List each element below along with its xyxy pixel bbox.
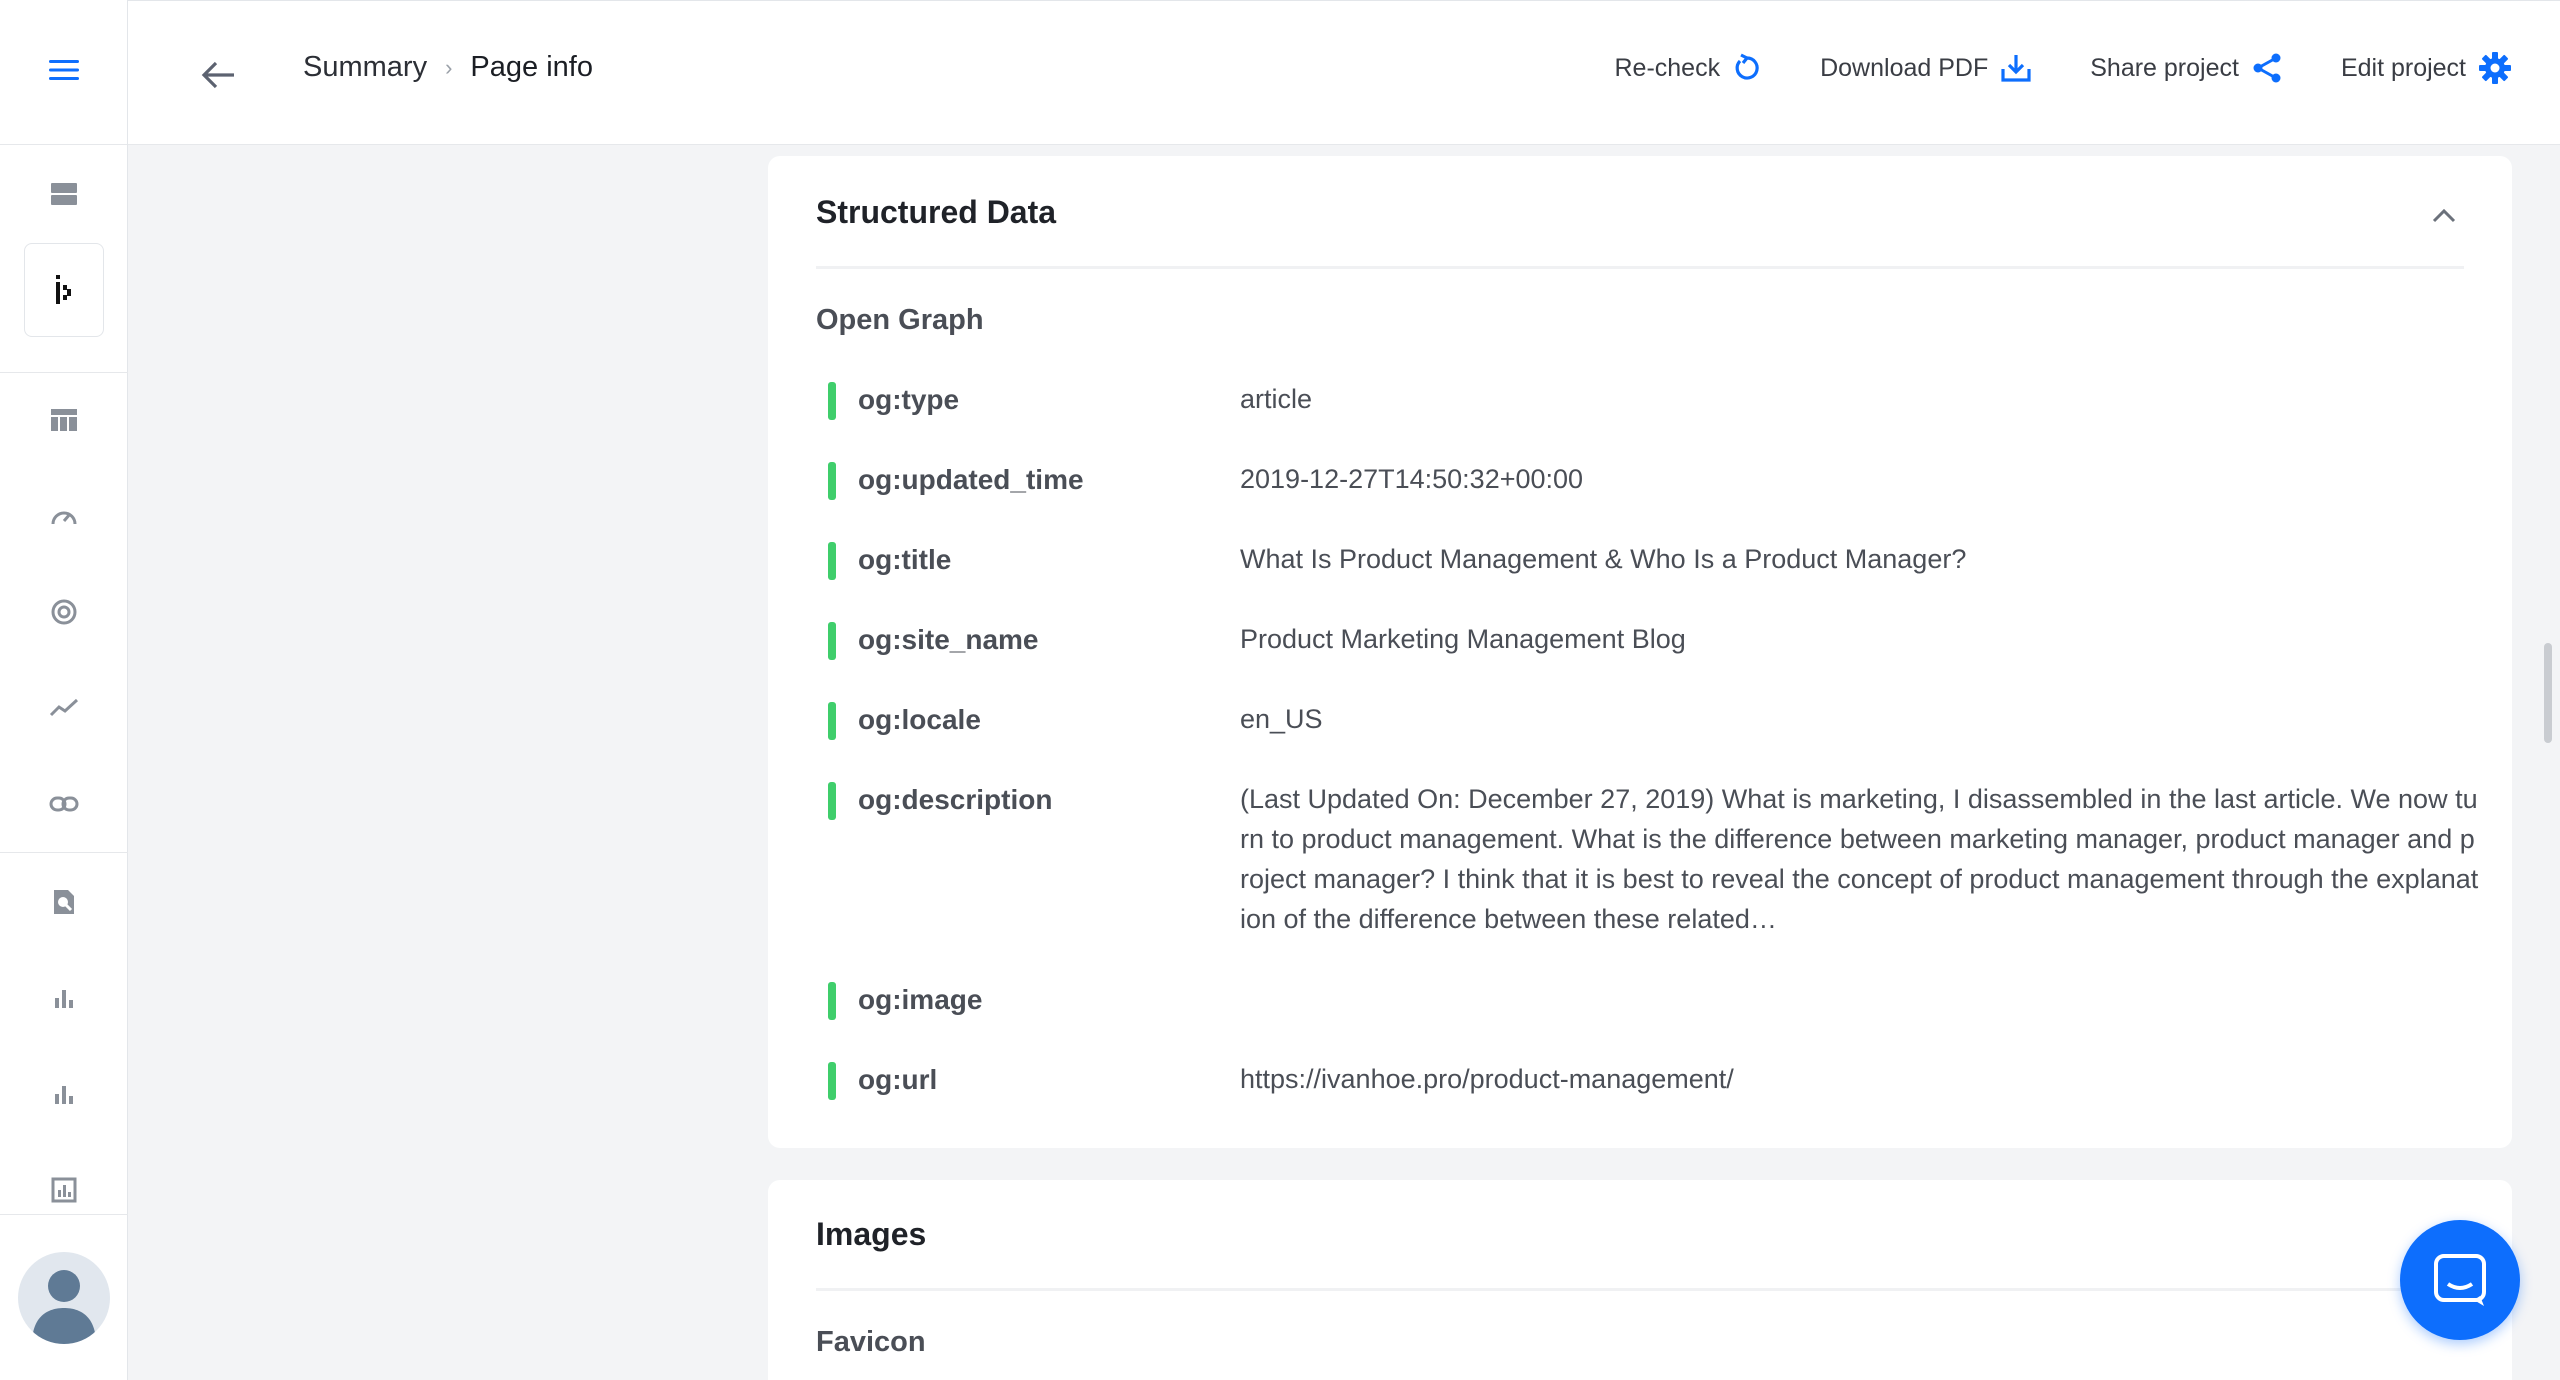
server-icon [51,183,77,205]
og-key: og:description [858,784,1053,815]
hamburger-icon[interactable] [48,58,79,87]
sidebar-divider [0,1214,128,1215]
og-value: Product Marketing Management Blog [1240,624,1686,654]
og-value: https://ivanhoe.pro/product-management/ [1240,1064,1734,1094]
sidebar-item-tracking[interactable] [0,582,128,642]
sidebar-item-rankings[interactable] [0,678,128,738]
recheck-label: Re-check [1614,53,1721,82]
chat-button[interactable] [2400,1220,2520,1340]
og-value: article [1240,384,1313,414]
chat-icon [2434,1254,2486,1306]
recheck-button[interactable]: Re-check [1615,53,1763,83]
header-actions: Re-check Download PDF Share project Edit… [1557,51,2513,85]
og-value: What Is Product Management & Who Is a Pr… [1240,544,1967,574]
og-key: og:title [858,544,952,575]
sidebar [0,0,128,1380]
sidebar-item-links[interactable] [0,774,128,834]
images-card: Images Favicon [768,1180,2512,1380]
sidebar-item-overview[interactable] [0,390,128,450]
share-project-button[interactable]: Share project [2090,52,2283,84]
project-logo-icon [56,275,71,304]
edit-project-label: Edit project [2340,53,2466,82]
arrow-left-icon [201,61,234,89]
card-divider [816,266,2464,269]
status-indicator [828,782,836,820]
link-icon [49,796,79,812]
status-indicator [828,382,836,420]
bar-chart-icon [55,990,73,1008]
chevron-up-icon [2432,208,2456,223]
download-icon [2001,55,2031,82]
structured-data-title: Structured Data [816,194,1057,230]
og-key: og:image [858,984,983,1015]
sidebar-item-reports-b[interactable] [0,1064,128,1124]
chart-box-icon [51,1177,77,1203]
sidebar-item-speed[interactable] [0,486,128,546]
menu-toggle-area [0,0,127,145]
sidebar-item-project-logo[interactable] [24,243,104,337]
status-indicator [828,542,836,580]
sidebar-divider [0,852,128,853]
breadcrumb-separator: › [445,54,453,80]
sidebar-item-page-audit[interactable] [0,872,128,932]
avatar[interactable] [18,1252,110,1344]
og-key: og:type [858,384,960,415]
status-indicator [828,982,836,1020]
share-icon [2253,53,2281,83]
bar-chart-icon [55,1086,73,1104]
og-key: og:locale [858,704,981,735]
document-search-icon [54,890,74,914]
og-value: (Last Updated On: December 27, 2019) Wha… [1240,784,2479,934]
favicon-heading: Favicon [816,1326,926,1358]
breadcrumb: Summary › Page info [303,51,593,84]
download-pdf-label: Download PDF [1820,53,1989,82]
back-button[interactable] [196,53,240,97]
share-project-label: Share project [2090,53,2239,82]
open-graph-heading: Open Graph [816,304,984,336]
og-key: og:site_name [858,624,1039,655]
table-icon [51,409,77,431]
og-value: 2019-12-27T14:50:32+00:00 [1240,464,1584,494]
gear-icon [2479,52,2511,84]
images-title: Images [816,1216,927,1252]
sidebar-item-projects[interactable] [0,164,128,224]
og-key: og:updated_time [858,464,1084,495]
status-indicator [828,702,836,740]
breadcrumb-summary-link[interactable]: Summary [303,51,427,84]
download-pdf-button[interactable]: Download PDF [1820,53,2032,83]
status-indicator [828,1062,836,1100]
target-icon [51,599,77,625]
refresh-icon [1735,53,1759,80]
status-indicator [828,462,836,500]
status-indicator [828,622,836,660]
card-divider [816,1288,2464,1291]
og-key: og:url [858,1064,938,1095]
scrollbar-thumb[interactable] [2544,643,2552,743]
sidebar-divider [0,372,128,373]
structured-data-card: Structured Data Open Graph og:type artic… [768,156,2512,1148]
speedometer-icon [51,511,77,525]
sidebar-item-reports-c[interactable] [0,1160,128,1220]
trend-line-icon [49,698,79,717]
edit-project-button[interactable]: Edit project [2341,51,2512,85]
collapse-button[interactable] [2424,196,2464,236]
sidebar-item-reports-a[interactable] [0,968,128,1028]
user-icon [32,1270,96,1344]
page-title: Page info [470,51,593,83]
top-header: Summary › Page info Re-check Download PD… [128,0,2560,145]
og-value: en_US [1240,704,1323,734]
